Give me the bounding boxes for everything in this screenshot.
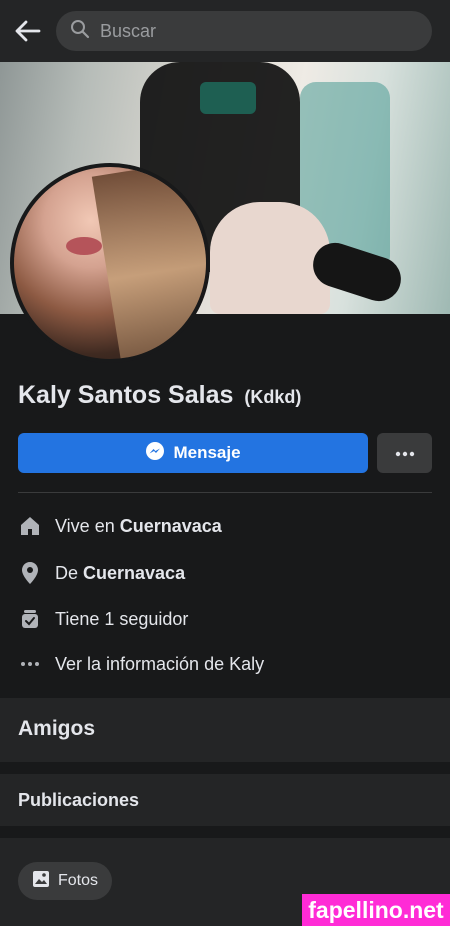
- profile-nickname: (Kdkd): [244, 387, 302, 407]
- info-lives-in-prefix: Vive en: [55, 515, 120, 536]
- info-followers-text[interactable]: Tiene 1 seguidor: [55, 609, 188, 630]
- info-from-city[interactable]: Cuernavaca: [83, 563, 185, 583]
- info-see-more-text[interactable]: Ver la información de Kaly: [55, 654, 264, 675]
- followers-icon: [18, 607, 42, 631]
- photos-chip[interactable]: Fotos: [18, 862, 113, 900]
- posts-title: Publicaciones: [18, 790, 140, 810]
- photo-icon: [32, 870, 50, 893]
- watermark: fapellino.net: [302, 894, 450, 926]
- more-dots-icon: [18, 652, 42, 676]
- top-bar: Buscar: [0, 0, 450, 62]
- search-icon: [70, 19, 90, 44]
- info-followers: Tiene 1 seguidor: [18, 604, 432, 634]
- info-from: De Cuernavaca: [18, 558, 432, 588]
- location-pin-icon: [18, 561, 42, 585]
- more-options-button[interactable]: [377, 433, 432, 473]
- back-arrow-icon[interactable]: [12, 15, 44, 47]
- divider: [18, 492, 432, 493]
- messenger-icon: [145, 441, 165, 466]
- watermark-text: fapellino.net: [308, 896, 444, 923]
- message-button-label: Mensaje: [173, 443, 241, 462]
- message-button[interactable]: Mensaje: [18, 433, 368, 473]
- profile-full-name: Kaly Santos Salas: [18, 381, 234, 409]
- info-lives-in: Vive en Cuernavaca: [18, 511, 432, 541]
- photos-chip-label: Fotos: [58, 872, 99, 889]
- info-from-prefix: De: [55, 562, 84, 583]
- profile-picture[interactable]: [10, 163, 210, 363]
- home-icon: [18, 514, 42, 538]
- info-lives-in-city[interactable]: Cuernavaca: [120, 516, 222, 536]
- profile-name: Kaly Santos Salas (Kdkd): [18, 381, 301, 410]
- search-placeholder: Buscar: [100, 20, 157, 41]
- friends-title: Amigos: [18, 717, 96, 740]
- info-see-more[interactable]: Ver la información de Kaly: [18, 649, 432, 679]
- more-dots-icon: [395, 444, 415, 462]
- search-input[interactable]: Buscar: [56, 11, 432, 51]
